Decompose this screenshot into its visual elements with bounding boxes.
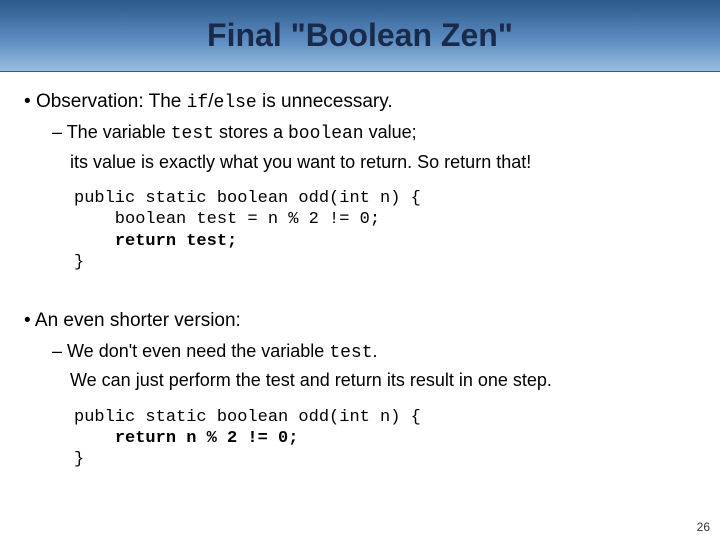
code-test: test — [171, 124, 214, 144]
bullet-observation: Observation: The if/else is unnecessary. — [24, 90, 702, 115]
code-line — [74, 232, 115, 251]
text: We don't even need the variable — [67, 341, 329, 361]
code-line-bold: return test; — [115, 232, 237, 251]
text: is unnecessary. — [257, 91, 393, 112]
text: value; — [364, 122, 417, 142]
bullet-shorter-sub: We don't even need the variable test. — [52, 340, 702, 365]
text: . — [373, 341, 378, 361]
code-line: public static boolean odd(int n) { — [74, 408, 421, 427]
bullet-shorter: An even shorter version: — [24, 309, 702, 334]
slide-body: Observation: The if/else is unnecessary.… — [0, 72, 720, 470]
text: stores a — [214, 122, 288, 142]
slide-title: Final "Boolean Zen" — [207, 17, 513, 54]
code-line — [74, 429, 115, 448]
code-test: test — [329, 343, 372, 363]
bullet-observation-sub-line2: its value is exactly what you want to re… — [70, 151, 702, 174]
code-block-1: public static boolean odd(int n) { boole… — [74, 188, 702, 273]
page-number: 26 — [697, 520, 710, 534]
code-if: if — [187, 93, 209, 113]
code-line: } — [74, 450, 84, 469]
code-line: boolean test = n % 2 != 0; — [74, 210, 380, 229]
bullet-shorter-sub-line2: We can just perform the test and return … — [70, 369, 702, 392]
code-line-bold: return n % 2 != 0; — [115, 429, 299, 448]
spacer — [18, 291, 702, 309]
code-boolean: boolean — [288, 124, 364, 144]
bullet-observation-sub: The variable test stores a boolean value… — [52, 121, 702, 146]
text: Observation: The — [36, 91, 187, 112]
code-else: else — [214, 93, 257, 113]
title-band: Final "Boolean Zen" — [0, 0, 720, 72]
code-line: public static boolean odd(int n) { — [74, 189, 421, 208]
slide: Final "Boolean Zen" Observation: The if/… — [0, 0, 720, 540]
text: The variable — [67, 122, 171, 142]
code-block-2: public static boolean odd(int n) { retur… — [74, 407, 702, 471]
code-line: } — [74, 253, 84, 272]
